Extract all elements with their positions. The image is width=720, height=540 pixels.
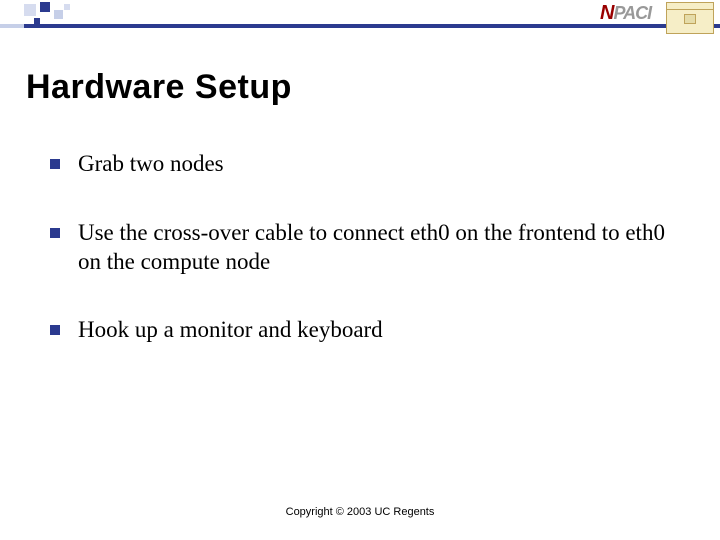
npaci-logo: NPACI xyxy=(600,2,656,26)
list-item-text: Grab two nodes xyxy=(78,150,224,179)
square-bullet-icon xyxy=(50,159,60,169)
decorative-square-icon xyxy=(64,4,70,10)
slide: NPACI Hardware Setup Grab two nodes Use … xyxy=(0,0,720,540)
list-item: Grab two nodes xyxy=(50,150,670,179)
square-bullet-icon xyxy=(50,228,60,238)
list-item-text: Use the cross-over cable to connect eth0… xyxy=(78,219,670,277)
npaci-logo-n: N xyxy=(600,2,613,24)
list-item: Hook up a monitor and keyboard xyxy=(50,316,670,345)
list-item: Use the cross-over cable to connect eth0… xyxy=(50,219,670,277)
decorative-square-icon xyxy=(34,18,40,24)
decorative-square-icon xyxy=(40,2,50,12)
decorative-square-icon xyxy=(24,4,36,16)
npaci-logo-rest: PACI xyxy=(613,3,651,23)
square-bullet-icon xyxy=(50,325,60,335)
bullet-list: Grab two nodes Use the cross-over cable … xyxy=(50,150,670,385)
slide-title: Hardware Setup xyxy=(26,68,292,107)
list-item-text: Hook up a monitor and keyboard xyxy=(78,316,383,345)
sdsc-logo xyxy=(666,2,714,34)
copyright-footer: Copyright © 2003 UC Regents xyxy=(0,506,720,518)
decorative-square-icon xyxy=(54,10,63,19)
